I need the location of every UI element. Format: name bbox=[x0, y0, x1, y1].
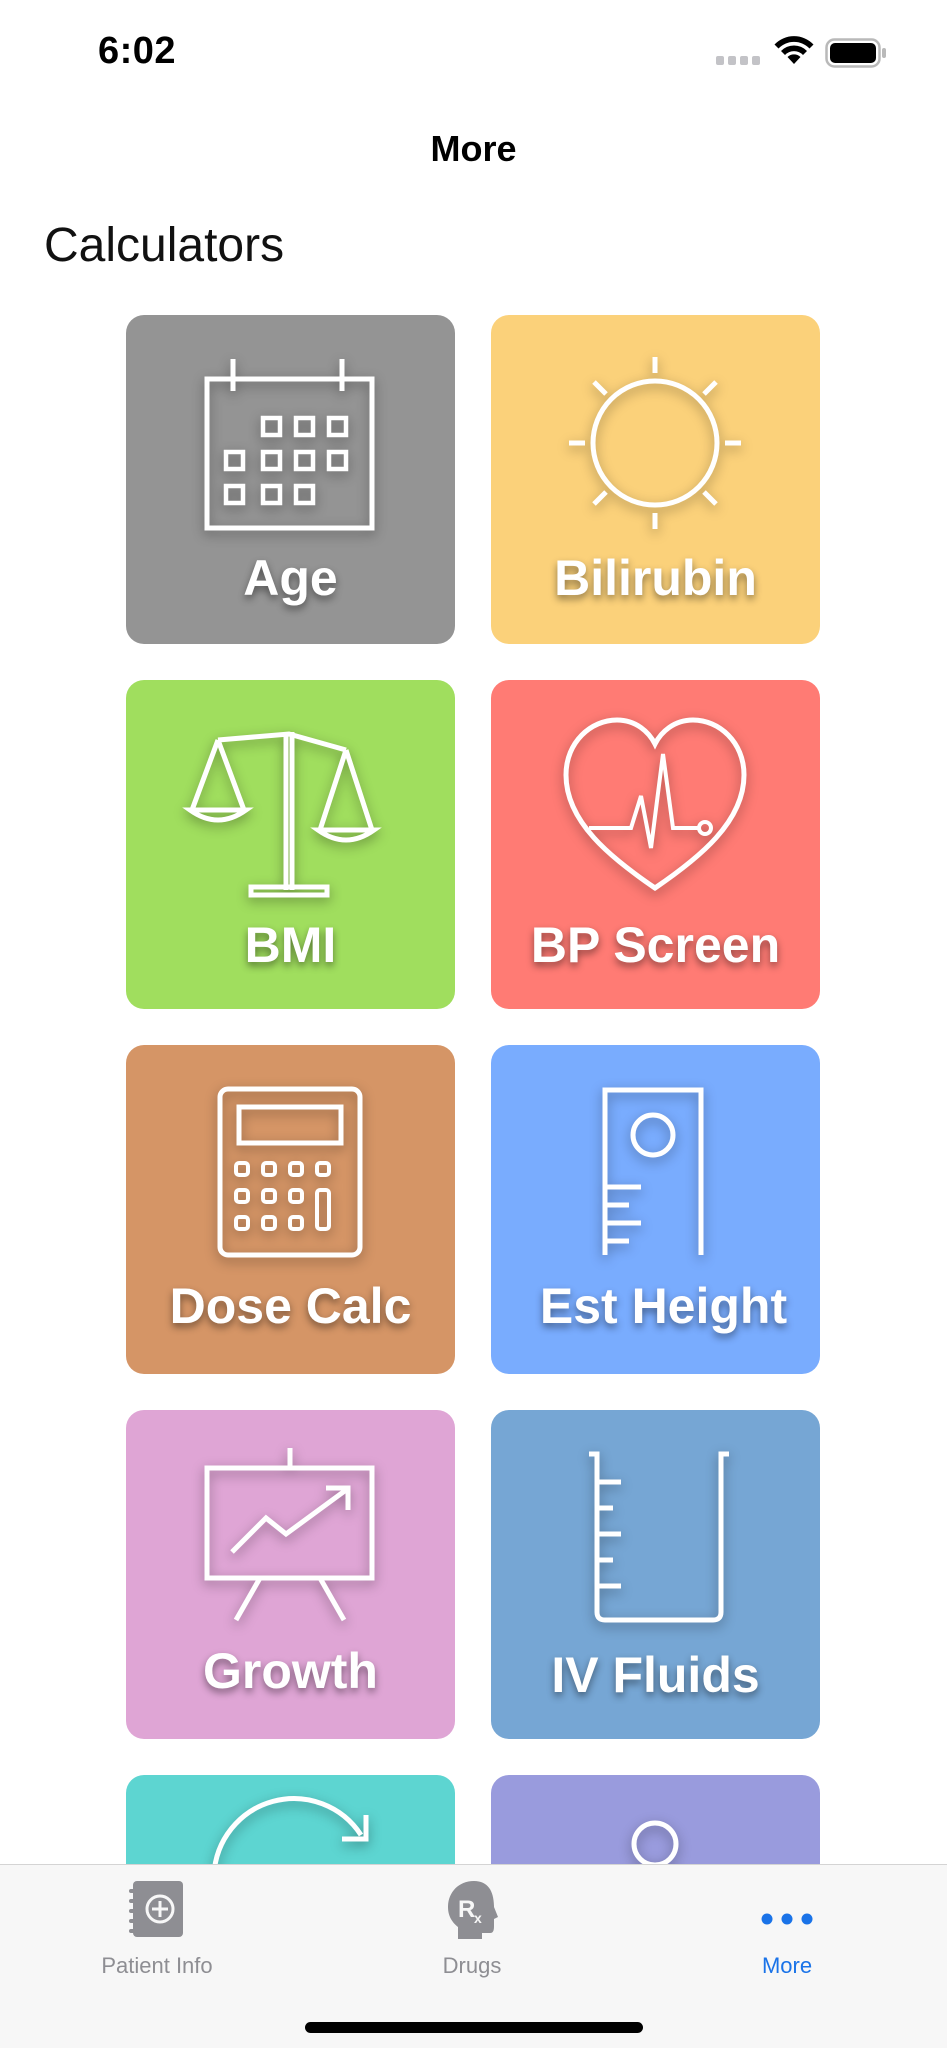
tile-label: Dose Calc bbox=[169, 1278, 412, 1334]
tab-bar: Patient Info R x Drugs More bbox=[0, 1864, 947, 2048]
tile-label: BP Screen bbox=[530, 917, 781, 973]
tile-label: Est Height bbox=[539, 1278, 788, 1334]
rx-head-icon: R x bbox=[448, 1881, 498, 1939]
calculators-grid: Calculators Age Bilirubin BMI BP Screen … bbox=[0, 0, 947, 1864]
more-dots-icon bbox=[761, 1913, 813, 1925]
iv-fluids-calculator-tile[interactable]: IV Fluids bbox=[491, 1410, 820, 1739]
est-height-calculator-tile[interactable]: Est Height bbox=[491, 1045, 820, 1374]
tile-label: Age bbox=[243, 550, 338, 606]
tile-label: Growth bbox=[203, 1643, 378, 1699]
tab-drugs[interactable]: R x Drugs bbox=[362, 1865, 582, 1985]
tab-label: Drugs bbox=[442, 1953, 502, 1978]
refresh-icon bbox=[212, 1796, 369, 1864]
svg-text:R: R bbox=[458, 1896, 475, 1923]
tile-label: BMI bbox=[244, 917, 337, 973]
patient-record-icon bbox=[129, 1881, 183, 1937]
svg-text:x: x bbox=[474, 1910, 482, 1926]
section-title: Calculators bbox=[44, 219, 285, 272]
tab-label: Patient Info bbox=[101, 1953, 213, 1978]
tab-label: More bbox=[761, 1953, 813, 1978]
tile-label: Bilirubin bbox=[554, 550, 757, 606]
bp-screen-calculator-tile[interactable]: BP Screen bbox=[491, 680, 820, 1009]
tile-label: IV Fluids bbox=[551, 1647, 760, 1703]
age-calculator-tile[interactable]: Age bbox=[126, 315, 455, 644]
bmi-calculator-tile[interactable]: BMI bbox=[126, 680, 455, 1009]
bilirubin-calculator-tile[interactable]: Bilirubin bbox=[491, 315, 820, 644]
tab-more[interactable]: More bbox=[677, 1865, 897, 1985]
home-indicator bbox=[305, 2022, 643, 2033]
tab-patient-info[interactable]: Patient Info bbox=[47, 1865, 267, 1985]
purple-calculator-tile[interactable] bbox=[491, 1775, 820, 1864]
dose-calc-tile[interactable]: Dose Calc bbox=[126, 1045, 455, 1374]
growth-calculator-tile[interactable]: Growth bbox=[126, 1410, 455, 1739]
cyan-calculator-tile[interactable] bbox=[126, 1775, 455, 1864]
person-icon bbox=[631, 1820, 679, 1864]
